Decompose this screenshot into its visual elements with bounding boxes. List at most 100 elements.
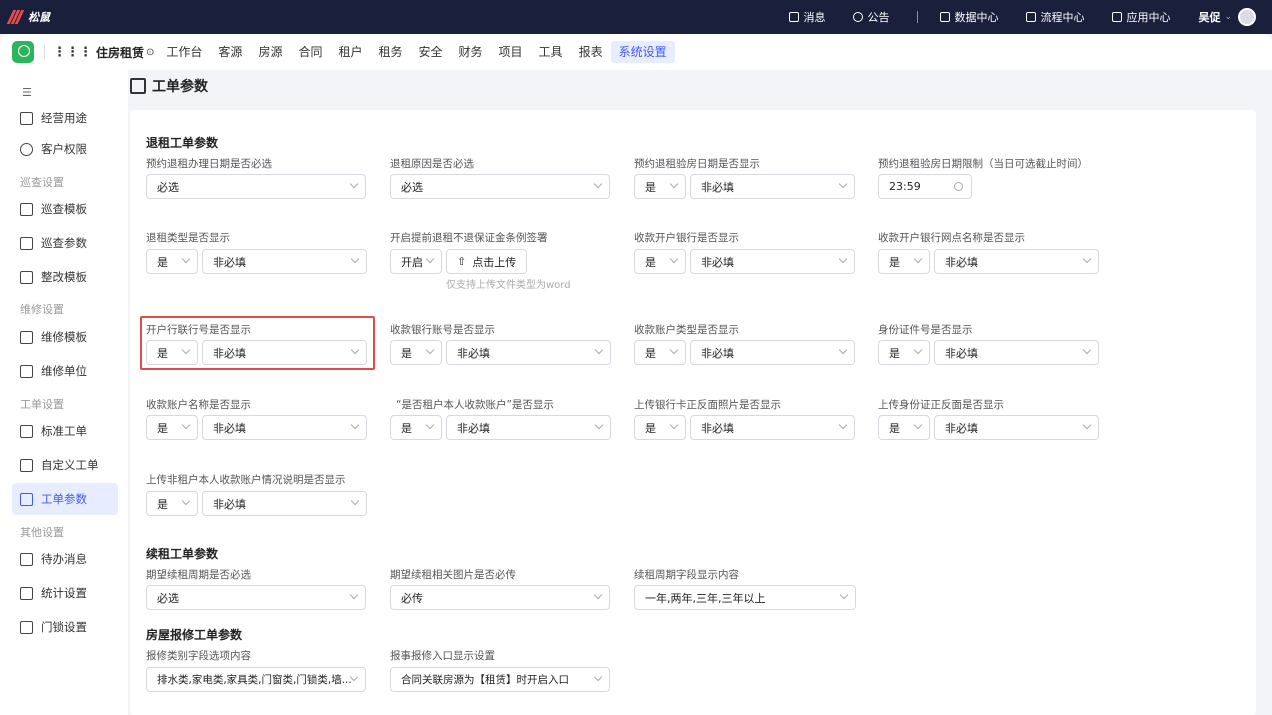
menu-item-houses[interactable]: 房源 (250, 41, 290, 63)
required-select[interactable]: 非必填 (690, 415, 855, 440)
field-label: 报事报修入口显示设置 (390, 650, 495, 662)
collapse-sidebar-icon[interactable]: ☰ (22, 86, 32, 99)
sidebar-item-todo-messages[interactable]: 待办消息 (12, 543, 118, 575)
menu-item-system-settings[interactable]: 系统设置 (610, 41, 675, 63)
select-value: 是 (645, 180, 656, 194)
sidebar-item-rectification-template[interactable]: 整改模板 (12, 261, 118, 293)
nav-messages[interactable]: 消息 (789, 9, 825, 25)
chevron-down-icon (181, 496, 191, 506)
show-select[interactable]: 是 (390, 340, 442, 365)
sidebar-item-label: 整改模板 (41, 270, 87, 284)
required-select[interactable]: 非必填 (202, 340, 367, 365)
sidebar-item-label: 客户权限 (41, 142, 87, 156)
multi-select-field[interactable]: 排水类,家电类,家具类,门窗类,门锁类,墙... (146, 667, 366, 692)
menu-item-tools[interactable]: 工具 (531, 41, 571, 63)
select-value: 是 (157, 421, 168, 435)
sidebar-item-standard-ticket[interactable]: 标准工单 (12, 415, 118, 447)
required-select[interactable]: 非必填 (934, 249, 1099, 274)
user-menu[interactable]: 吴促 ⌄ (1198, 8, 1256, 26)
show-select[interactable]: 是 (878, 415, 930, 440)
sidebar-item-business-use[interactable]: 经营用途 (12, 102, 118, 134)
sidebar-item-lock-settings[interactable]: 门锁设置 (12, 611, 118, 643)
menu-item-contracts[interactable]: 合同 (290, 41, 330, 63)
sidebar-item-label: 统计设置 (41, 586, 87, 600)
required-select[interactable]: 非必填 (446, 340, 611, 365)
select-field[interactable]: 合同关联房源为【租赁】时开启入口 (390, 667, 610, 692)
nav-process-center[interactable]: 流程中心 (1026, 9, 1084, 25)
sidebar-item-customer-permissions[interactable]: 客户权限 (12, 133, 118, 165)
select-value: 是 (645, 255, 656, 269)
brand[interactable]: 松鼠 (6, 9, 50, 25)
select-value: 是 (645, 421, 656, 435)
show-select[interactable]: 是 (146, 491, 198, 516)
upload-button[interactable]: ⇧ 点击上传 (446, 249, 528, 274)
required-select[interactable]: 非必填 (446, 415, 611, 440)
chevron-down-icon (350, 420, 360, 430)
required-select[interactable]: 非必填 (690, 174, 855, 199)
select-value: 非必填 (701, 255, 734, 269)
show-select[interactable]: 是 (146, 249, 198, 274)
chevron-down-icon (669, 179, 679, 189)
sidebar-item-repair-template[interactable]: 维修模板 (12, 321, 118, 353)
show-select[interactable]: 是 (146, 415, 198, 440)
multi-select-field[interactable]: 一年,两年,三年,三年以上 (634, 585, 856, 610)
lock-icon (20, 620, 33, 634)
show-select[interactable]: 是 (634, 174, 686, 199)
user-name: 吴促 (1198, 11, 1221, 24)
required-select[interactable]: 非必填 (202, 415, 367, 440)
menu-item-workbench[interactable]: 工作台 (158, 41, 210, 63)
chevron-down-icon (349, 590, 359, 600)
required-select[interactable]: 非必填 (690, 340, 855, 365)
time-picker[interactable]: 23:59 (878, 174, 972, 199)
select-value: 非必填 (945, 421, 978, 435)
show-select[interactable]: 是 (634, 249, 686, 274)
select-field[interactable]: 必传 (390, 585, 610, 610)
sidebar-item-repair-unit[interactable]: 维修单位 (12, 355, 118, 387)
sidebar-item-stats-settings[interactable]: 统计设置 (12, 577, 118, 609)
menu-item-safety[interactable]: 安全 (411, 41, 451, 63)
show-select[interactable]: 是 (146, 340, 198, 365)
sidebar-group-label: 维修设置 (20, 303, 64, 316)
menu-item-finance[interactable]: 财务 (451, 41, 491, 63)
menu-item-reports[interactable]: 报表 (571, 41, 611, 63)
required-select[interactable]: 非必填 (934, 340, 1099, 365)
menu-item-tenants[interactable]: 租户 (330, 41, 370, 63)
enable-select[interactable]: 开启 (390, 249, 442, 274)
menu-item-customers[interactable]: 客源 (210, 41, 250, 63)
divider (44, 45, 45, 59)
show-select[interactable]: 是 (878, 340, 930, 365)
show-select[interactable]: 是 (390, 415, 442, 440)
required-select[interactable]: 非必填 (690, 249, 855, 274)
sidebar-item-ticket-params[interactable]: 工单参数 (12, 483, 118, 515)
settings-card: 退租工单参数 预约退租办理日期是否必选 必选 退租原因是否必选 必选 预约退租验… (130, 110, 1256, 715)
select-field[interactable]: 必选 (390, 174, 610, 199)
required-select[interactable]: 非必填 (202, 491, 367, 516)
nav-app-center[interactable]: 应用中心 (1112, 9, 1170, 25)
nav-data-center[interactable]: 数据中心 (940, 9, 998, 25)
show-select[interactable]: 是 (634, 340, 686, 365)
menu-item-leasing[interactable]: 租务 (370, 41, 410, 63)
select-field[interactable]: 必选 (146, 585, 366, 610)
app-logo-icon[interactable] (12, 41, 34, 63)
chevron-down-circle-icon[interactable]: ⊙ (146, 47, 154, 58)
users-icon (20, 142, 33, 156)
sidebar-item-custom-ticket[interactable]: 自定义工单 (12, 449, 118, 481)
chevron-down-icon (349, 179, 359, 189)
show-select[interactable]: 是 (634, 415, 686, 440)
sidebar-item-inspection-template[interactable]: 巡查模板 (12, 193, 118, 225)
required-select[interactable]: 非必填 (934, 415, 1099, 440)
show-select[interactable]: 是 (878, 249, 930, 274)
nav-announcements[interactable]: 公告 (853, 9, 889, 25)
grid-icon[interactable]: ⋮⋮⋮ (53, 45, 92, 60)
app-name[interactable]: 住房租赁 (96, 44, 144, 61)
avatar[interactable] (1238, 8, 1256, 26)
form-icon (130, 78, 146, 94)
sidebar-item-inspection-params[interactable]: 巡查参数 (12, 227, 118, 259)
wrench-icon (20, 330, 33, 344)
field-label: 收款账户名称是否显示 (146, 399, 251, 411)
select-field[interactable]: 必选 (146, 174, 366, 199)
menu-item-projects[interactable]: 项目 (491, 41, 531, 63)
chevron-down-icon (1082, 254, 1092, 264)
required-select[interactable]: 非必填 (202, 249, 367, 274)
sidebar-group-label: 其他设置 (20, 526, 64, 539)
